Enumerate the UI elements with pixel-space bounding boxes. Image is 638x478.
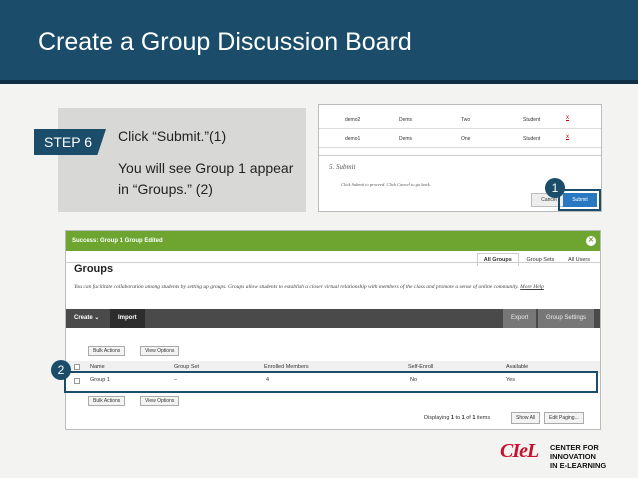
more-help-link[interactable]: More Help [520, 284, 544, 290]
pagination-to-label: to [455, 415, 461, 421]
remove-link[interactable]: x [566, 115, 569, 121]
column-self-enroll: Self-Enroll [408, 364, 434, 370]
pagination-total: 1 [472, 415, 476, 421]
step-tag: STEP 6 [34, 129, 106, 155]
groups-tabs: All Groups Group Sets All Users [476, 253, 596, 266]
remove-link[interactable]: x [566, 134, 569, 140]
view-options-button-bottom[interactable]: View Options [140, 396, 180, 406]
logo-mark: CIeL [500, 440, 539, 462]
select-all-checkbox[interactable] [74, 364, 80, 370]
cell-last: Two [461, 117, 471, 123]
cell-user: demo2 [345, 117, 361, 123]
create-label: Create [74, 315, 93, 321]
group-row-highlight [64, 371, 598, 393]
pagination-of-label: of [466, 415, 471, 421]
export-button[interactable]: Export [503, 309, 537, 328]
divider [66, 262, 600, 263]
description-text: You can facilitate collaboration among s… [74, 284, 519, 290]
group-settings-button[interactable]: Group Settings [538, 309, 595, 328]
pagination-prefix: Displaying [424, 415, 450, 421]
slide-title: Create a Group Discussion Board [38, 28, 412, 56]
action-bar: Create ⌄ Import Export Group Settings [66, 309, 600, 328]
bulk-actions-button[interactable]: Bulk Actions [88, 346, 126, 356]
pagination-suffix: items [476, 415, 491, 421]
cell-last: One [461, 136, 471, 142]
column-available: Available [506, 364, 529, 370]
page-description: You can facilitate collaboration among s… [74, 283, 584, 291]
close-icon[interactable]: ✕ [586, 236, 596, 246]
tab-all-users[interactable]: All Users [562, 254, 596, 266]
groups-screenshot: Success: Group 1 Group Edited ✕ All Grou… [65, 230, 601, 430]
logo-text: CENTER FOR INNOVATION IN E-LEARNING [550, 443, 632, 470]
cell-user: demo1 [345, 136, 361, 142]
edit-paging-button[interactable]: Edit Paging... [544, 412, 584, 424]
callout-badge-2: 2 [51, 360, 71, 380]
pagination-to: 1 [461, 415, 465, 421]
import-button[interactable]: Import [110, 309, 145, 328]
pagination-status: Displaying 1 to 1 of 1 items [424, 415, 490, 421]
step-result: You will see Group 1 appear in “Groups.”… [118, 160, 294, 197]
column-name: Name [90, 364, 105, 370]
cell-name: Dems [399, 117, 413, 123]
slide-header: Create a Group Discussion Board [0, 0, 638, 84]
bulk-actions-button-bottom[interactable]: Bulk Actions [88, 396, 126, 406]
success-banner: Success: Group 1 Group Edited ✕ [66, 231, 600, 251]
column-enrolled: Enrolled Members [264, 364, 309, 370]
table-row: demo2 Dems Two Student x [319, 111, 601, 129]
chevron-down-icon: ⌄ [94, 315, 100, 321]
tab-all-groups[interactable]: All Groups [476, 253, 519, 266]
callout-badge-1: 1 [545, 178, 565, 198]
logo-line-2: IN E-LEARNING [550, 461, 607, 470]
step-instruction: Click “Submit.”(1) [118, 128, 227, 144]
logo-line-1: CENTER FOR INNOVATION [550, 443, 599, 461]
table-row: demo1 Dems One Student x [319, 130, 601, 148]
pagination-from: 1 [450, 415, 454, 421]
submit-highlight [558, 189, 601, 211]
divider [319, 155, 601, 156]
show-all-button[interactable]: Show All [511, 412, 541, 424]
page-title: Groups [74, 263, 114, 275]
submit-section-text: Click Submit to proceed. Click Cancel to… [341, 182, 431, 187]
success-message: Success: Group 1 Group Edited [72, 238, 163, 244]
view-options-button[interactable]: View Options [140, 346, 180, 356]
column-group-set: Group Set [174, 364, 200, 370]
tab-group-sets[interactable]: Group Sets [520, 254, 560, 266]
ciel-logo: CIeL CENTER FOR INNOVATION IN E-LEARNING [500, 440, 632, 470]
cell-name: Dems [399, 136, 413, 142]
submit-section-heading: 5. Submit [329, 163, 356, 171]
create-button[interactable]: Create ⌄ [66, 309, 107, 328]
cell-role: Student [523, 117, 541, 123]
cell-role: Student [523, 136, 541, 142]
